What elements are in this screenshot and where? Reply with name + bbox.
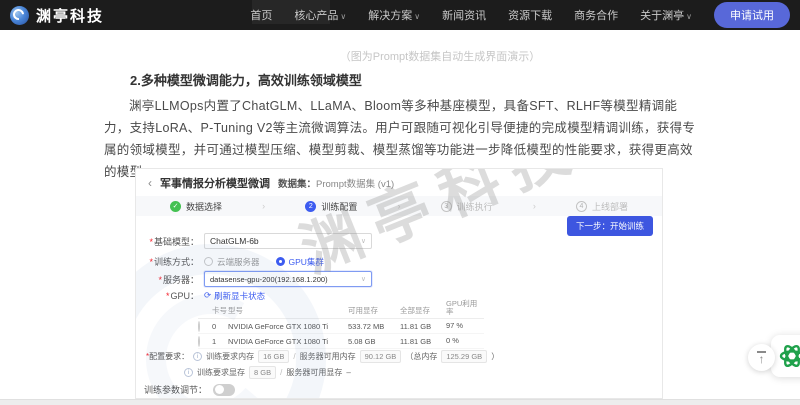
apply-trial-button[interactable]: 申请试用	[714, 2, 790, 28]
gpu-table: 卡号 型号 可用显存 全部显存 GPU利用率 0 NVIDIA GeForce …	[198, 299, 484, 349]
dataset-label: 数据集：	[278, 179, 316, 190]
step-separator-icon: ›	[398, 201, 401, 211]
nav-item-news[interactable]: 新闻资讯	[442, 7, 486, 23]
panel-header: ‹ 军事情报分析模型微调 数据集：Prompt数据集 (v1)	[136, 169, 662, 196]
back-icon[interactable]: ‹	[148, 176, 152, 190]
radio-gpu-cluster[interactable]: GPU集群	[276, 256, 324, 268]
top-navigation-bar: 渊亭科技 首页 核心产品∨ 解决方案∨ 新闻资讯 资源下载 商务合作 关于渊亭∨…	[0, 0, 800, 30]
radio-icon[interactable]	[198, 336, 200, 347]
next-step-button[interactable]: 下一步：开始训练	[567, 216, 653, 236]
required-vram-value: 8 GB	[249, 366, 276, 379]
required-memory-value: 16 GB	[258, 350, 289, 363]
tune-params-toggle[interactable]	[213, 384, 235, 396]
nav-item-about[interactable]: 关于渊亭∨	[640, 7, 692, 23]
total-memory-value: 125.29 GB	[441, 350, 487, 363]
gpu-table-header: 卡号 型号 可用显存 全部显存 GPU利用率	[198, 299, 484, 319]
gpu-table-row[interactable]: 1 NVIDIA GeForce GTX 1080 Ti 5.08 GB 11.…	[198, 334, 484, 349]
chevron-down-icon: ∨	[361, 237, 366, 245]
gpu-table-row[interactable]: 0 NVIDIA GeForce GTX 1080 Ti 533.72 MB 1…	[198, 319, 484, 334]
available-vram-value: –	[346, 368, 350, 377]
server-value: datasense-gpu-200(192.168.1.200)	[210, 275, 328, 284]
base-model-row: *基础模型： ChatGLM-6b ∨	[136, 233, 372, 249]
nav-items: 首页 核心产品∨ 解决方案∨ 新闻资讯 资源下载 商务合作 关于渊亭∨ 申请试用	[250, 2, 790, 28]
nav-item-business[interactable]: 商务合作	[574, 7, 618, 23]
brand[interactable]: 渊亭科技	[10, 5, 104, 26]
train-mode-row: *训练方式： 云端服务器 GPU集群	[136, 255, 340, 268]
radio-cloud-server[interactable]: 云端服务器	[204, 256, 260, 268]
server-select[interactable]: datasense-gpu-200(192.168.1.200) ∨	[204, 271, 372, 287]
step-deploy: 4 上线部署	[576, 200, 628, 213]
support-logo-icon	[778, 342, 800, 370]
base-model-value: ChatGLM-6b	[210, 236, 259, 246]
base-model-select[interactable]: ChatGLM-6b ∨	[204, 233, 372, 249]
panel-title: 军事情报分析模型微调	[160, 175, 270, 191]
step-number: 3	[441, 201, 452, 212]
radio-icon[interactable]	[198, 321, 200, 332]
step-number: 4	[576, 201, 587, 212]
nav-highlight-block	[252, 0, 330, 24]
next-section-divider	[0, 399, 800, 405]
chevron-down-icon: ∨	[361, 275, 366, 283]
chevron-down-icon: ∨	[340, 12, 346, 21]
back-to-top-button[interactable]: ↑	[748, 344, 775, 371]
train-mode-label: *训练方式：	[136, 255, 204, 268]
brand-name: 渊亭科技	[36, 5, 104, 26]
vram-requirement-line: i 训练要求显存 8 GB / 服务器可用显存 –	[184, 366, 351, 379]
base-model-label: *基础模型：	[136, 235, 204, 248]
finetune-wizard-panel: ‹ 军事情报分析模型微调 数据集：Prompt数据集 (v1) ✓ 数据选择 ›…	[135, 168, 663, 399]
section-heading: 2.多种模型微调能力，高效训练领域模型	[130, 70, 700, 89]
radio-checked-icon	[276, 257, 285, 266]
chevron-down-icon: ∨	[686, 12, 692, 21]
company-logo-icon	[10, 6, 29, 25]
step-separator-icon: ›	[533, 201, 536, 211]
nav-item-solutions[interactable]: 解决方案∨	[368, 7, 420, 23]
support-widget-button[interactable]	[771, 335, 800, 377]
wizard-stepper: ✓ 数据选择 › 2 训练配置 › 3 训练执行 › 4 上线部署	[136, 196, 662, 216]
step-data-select[interactable]: ✓ 数据选择	[170, 200, 222, 213]
info-icon: i	[184, 368, 193, 377]
step-train-config[interactable]: 2 训练配置	[305, 200, 357, 213]
chevron-down-icon: ∨	[414, 12, 420, 21]
server-row: *服务器： datasense-gpu-200(192.168.1.200) ∨	[136, 271, 372, 287]
tune-params-row: 训练参数调节：	[144, 383, 235, 396]
step-separator-icon: ›	[262, 201, 265, 211]
server-label: *服务器：	[136, 273, 204, 286]
figure-caption: （图为Prompt数据集自动生成界面演示）	[80, 48, 800, 64]
radio-icon	[204, 257, 213, 266]
info-icon: i	[193, 352, 202, 361]
available-memory-value: 90.12 GB	[360, 350, 402, 363]
memory-requirement-line: *配置要求： i 训练要求内存 16 GB / 服务器可用内存 90.12 GB…	[146, 350, 499, 363]
dataset-info: 数据集：Prompt数据集 (v1)	[278, 176, 394, 190]
article: 2.多种模型微调能力，高效训练领域模型 渊亭LLMOps内置了ChatGLM、L…	[104, 70, 700, 183]
dataset-value: Prompt数据集 (v1)	[316, 179, 394, 190]
step-train-run: 3 训练执行	[441, 200, 493, 213]
step-number: 2	[305, 201, 316, 212]
nav-item-downloads[interactable]: 资源下载	[508, 7, 552, 23]
tune-params-label: 训练参数调节：	[144, 383, 207, 396]
gpu-label: *GPU：	[136, 289, 204, 302]
requirement-label: 配置要求：	[149, 352, 189, 361]
step-check-icon: ✓	[170, 201, 181, 212]
